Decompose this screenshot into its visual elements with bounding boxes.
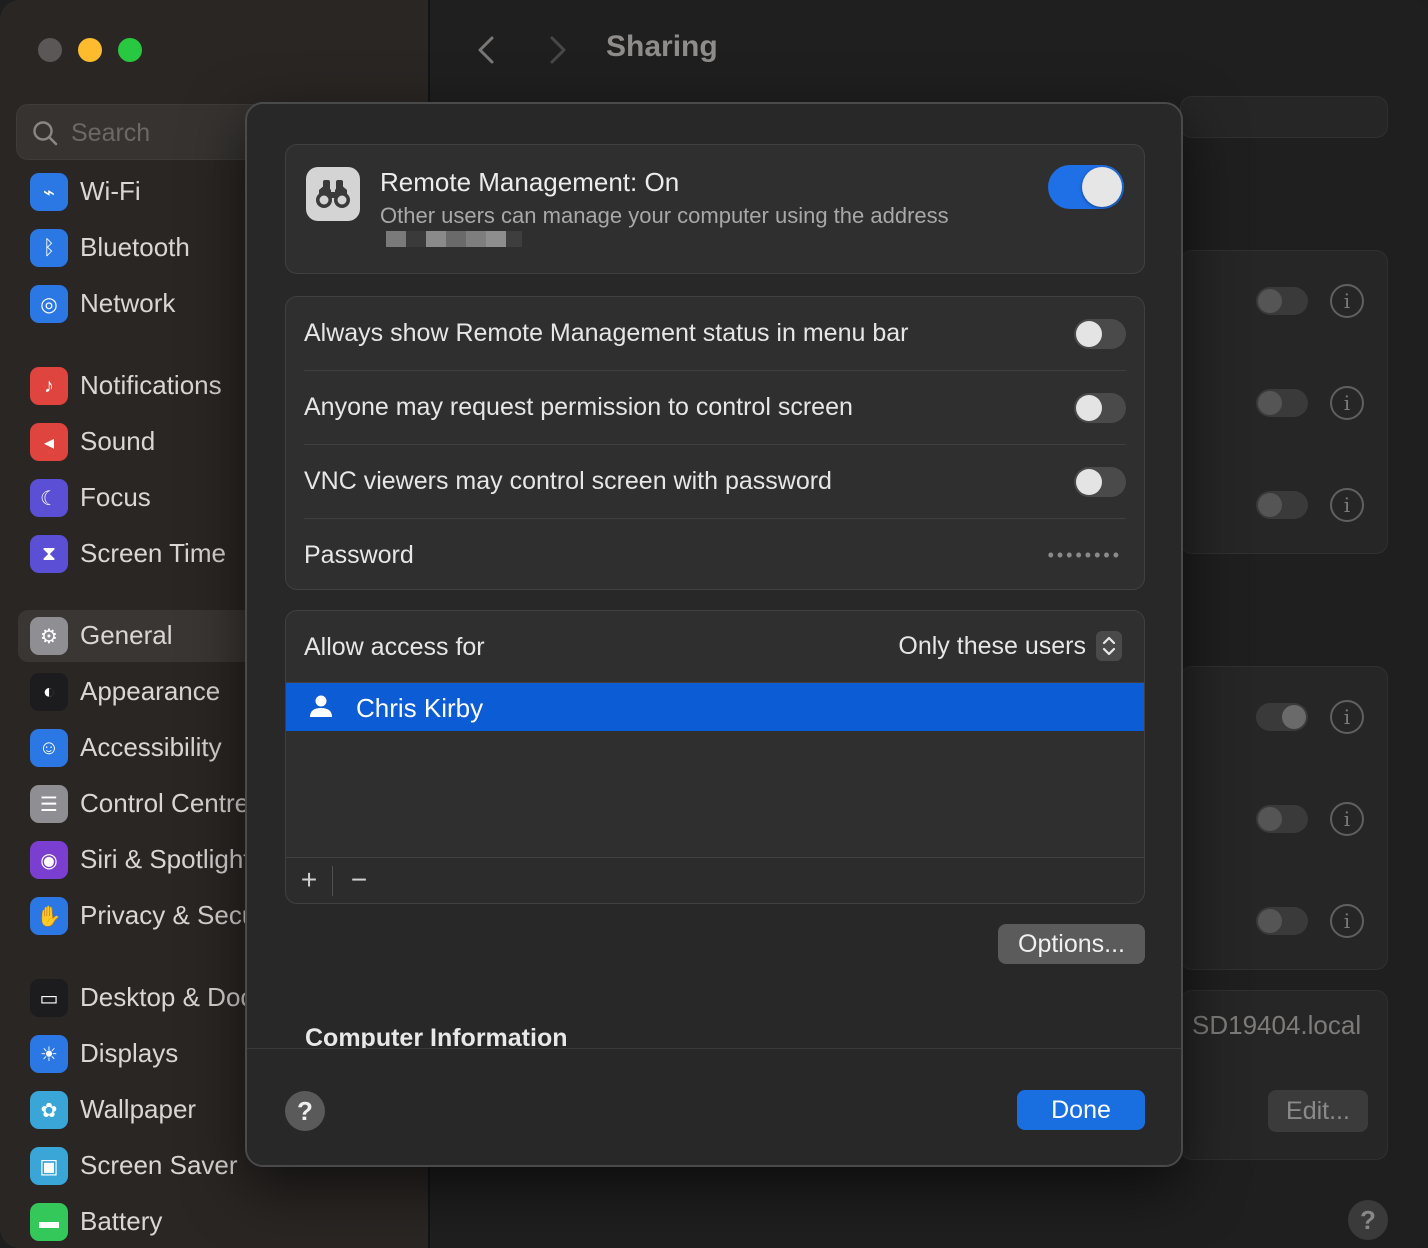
forward-chevron-icon[interactable] xyxy=(542,30,572,70)
remote-management-subtitle: Other users can manage your computer usi… xyxy=(380,203,949,228)
hand-icon: ✋ xyxy=(30,897,68,935)
sidebar-item-label: Screen Time xyxy=(80,538,226,568)
system-settings-window: Search ⌁ Wi-Fi ᛒ Bluetooth ◎ Network ♪ Notifica… xyxy=(0,0,1428,1248)
options-group: Always show Remote Management status in … xyxy=(285,296,1145,590)
remote-management-header: Remote Management: On Other users can ma… xyxy=(285,144,1145,274)
accessibility-icon: ☺ xyxy=(30,729,68,767)
sidebar-item-battery[interactable]: ▬ Battery xyxy=(18,1196,438,1248)
sidebar-item-label: Desktop & Dock xyxy=(80,982,267,1012)
access-group: Allow access for Only these users Chris … xyxy=(285,610,1145,904)
sidebar-item-label: Appearance xyxy=(80,676,221,706)
speaker-icon: ◂ xyxy=(30,423,68,461)
sidebar-item-label: Displays xyxy=(80,1038,179,1068)
page-title: Sharing xyxy=(606,30,718,63)
sidebar-item-label: General xyxy=(80,620,173,650)
sidebar-item-label: Screen Saver xyxy=(80,1150,238,1180)
sidebar-item-label: Notifications xyxy=(80,370,222,400)
background-card xyxy=(1180,96,1388,138)
globe-icon: ◎ xyxy=(30,285,68,323)
control-centre-icon: ☰ xyxy=(30,785,68,823)
screensaver-icon: ▣ xyxy=(30,1147,68,1185)
allow-access-label: Allow access for xyxy=(304,633,485,661)
vnc-password-toggle[interactable] xyxy=(1074,467,1126,497)
sun-icon: ☀ xyxy=(30,1035,68,1073)
hourglass-icon: ⧗ xyxy=(30,535,68,573)
sidebar-item-label: Battery xyxy=(80,1206,163,1236)
search-placeholder: Search xyxy=(71,119,151,147)
allow-access-row: Allow access for Only these users xyxy=(286,611,1144,683)
add-user-button[interactable]: + xyxy=(286,864,332,898)
sidebar-item-label: Bluetooth xyxy=(80,232,190,262)
remote-management-title: Remote Management: On xyxy=(380,167,680,197)
person-icon xyxy=(310,695,332,717)
binoculars-icon xyxy=(306,167,360,221)
flower-icon: ✿ xyxy=(30,1091,68,1129)
battery-icon: ▬ xyxy=(30,1203,68,1241)
sidebar-item-label: Control Centre xyxy=(80,788,250,818)
moon-icon: ☾ xyxy=(30,479,68,517)
siri-icon: ◉ xyxy=(30,841,68,879)
bluetooth-icon: ᛒ xyxy=(30,229,68,267)
edit-hostname-button[interactable]: Edit... xyxy=(1268,1090,1368,1132)
background-toggle[interactable] xyxy=(1256,287,1308,315)
menu-bar-status-toggle[interactable] xyxy=(1074,319,1126,349)
sidebar-item-label: Sound xyxy=(80,426,156,456)
divider xyxy=(332,866,333,896)
bell-icon: ♪ xyxy=(30,367,68,405)
back-chevron-icon[interactable] xyxy=(472,30,502,70)
sheet-footer: ? Done xyxy=(247,1048,1181,1165)
minimize-window-button[interactable] xyxy=(78,38,102,62)
request-permission-toggle[interactable] xyxy=(1074,393,1126,423)
info-icon[interactable]: i xyxy=(1330,904,1364,938)
info-icon[interactable]: i xyxy=(1330,488,1364,522)
option-label: Anyone may request permission to control… xyxy=(304,393,853,421)
sidebar-item-label: Network xyxy=(80,288,176,318)
close-window-button[interactable] xyxy=(38,38,62,62)
option-row-menu-bar-status: Always show Remote Management status in … xyxy=(304,297,1126,371)
password-field[interactable]: •••••••• xyxy=(1048,545,1122,566)
search-icon xyxy=(33,121,58,146)
sidebar-item-label: Wi-Fi xyxy=(80,176,141,206)
remote-management-sheet: Remote Management: On Other users can ma… xyxy=(245,102,1183,1167)
dock-icon: ▭ xyxy=(30,979,68,1017)
info-icon[interactable]: i xyxy=(1330,386,1364,420)
remote-management-toggle[interactable] xyxy=(1048,165,1124,209)
options-button[interactable]: Options... xyxy=(998,924,1145,964)
wifi-icon: ⌁ xyxy=(30,173,68,211)
background-toggle[interactable] xyxy=(1256,907,1308,935)
user-list-item[interactable]: Chris Kirby xyxy=(286,683,1144,731)
background-toggle[interactable] xyxy=(1256,805,1308,833)
remove-user-button[interactable]: − xyxy=(336,864,382,898)
option-row-password: Password •••••••• xyxy=(304,519,1126,593)
sidebar-item-label: Accessibility xyxy=(80,732,222,762)
option-row-request-permission: Anyone may request permission to control… xyxy=(304,371,1126,445)
sidebar-item-label: Focus xyxy=(80,482,151,512)
zoom-window-button[interactable] xyxy=(118,38,142,62)
background-toggle[interactable] xyxy=(1256,703,1308,731)
sidebar-item-label: Siri & Spotlight xyxy=(80,844,251,874)
background-toggle[interactable] xyxy=(1256,389,1308,417)
option-label: Always show Remote Management status in … xyxy=(304,319,909,347)
help-button[interactable]: ? xyxy=(285,1091,325,1131)
password-label: Password xyxy=(304,541,414,569)
hostname-label: SD19404.local xyxy=(1192,1010,1362,1040)
redacted-address xyxy=(386,231,522,247)
info-icon[interactable]: i xyxy=(1330,802,1364,836)
background-toggle[interactable] xyxy=(1256,491,1308,519)
option-row-vnc-password: VNC viewers may control screen with pass… xyxy=(304,445,1126,519)
user-list-footer: + − xyxy=(286,857,1144,903)
info-icon[interactable]: i xyxy=(1330,284,1364,318)
appearance-icon: ◐ xyxy=(30,673,68,711)
help-button-background[interactable]: ? xyxy=(1348,1200,1388,1240)
sidebar-item-label: Wallpaper xyxy=(80,1094,197,1124)
allow-access-popup[interactable]: Only these users xyxy=(898,631,1122,661)
up-down-chevron-icon xyxy=(1096,631,1122,661)
done-button[interactable]: Done xyxy=(1017,1090,1145,1130)
allow-access-value: Only these users xyxy=(898,631,1086,660)
info-icon[interactable]: i xyxy=(1330,700,1364,734)
user-name: Chris Kirby xyxy=(356,693,484,723)
gear-icon: ⚙ xyxy=(30,617,68,655)
option-label: VNC viewers may control screen with pass… xyxy=(304,467,832,495)
